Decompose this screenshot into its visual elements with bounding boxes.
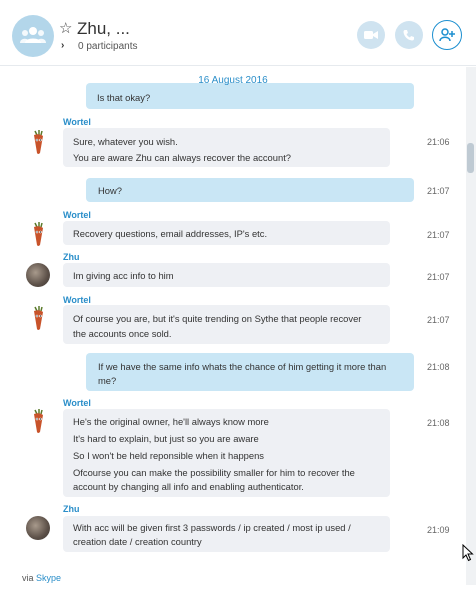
scrollbar-thumb[interactable] (467, 143, 474, 173)
message-time: 21:07 (427, 230, 450, 240)
favorite-star-icon[interactable]: ☆ (59, 21, 72, 36)
avatar[interactable] (26, 263, 50, 287)
message-time: 21:08 (427, 418, 450, 428)
add-participant-button[interactable] (432, 20, 462, 50)
message-text: Of course you are, but it's quite trendi… (73, 313, 362, 324)
message-bubble[interactable]: He's the original owner, he'll always kn… (63, 409, 390, 497)
sender-name[interactable]: Wortel (63, 295, 91, 305)
message-bubble-outgoing[interactable]: How? (86, 178, 414, 202)
carrot-avatar-icon (34, 222, 43, 246)
avatar[interactable] (26, 305, 50, 330)
carrot-avatar-icon (34, 130, 43, 154)
sender-name[interactable]: Wortel (63, 210, 91, 220)
group-icon (20, 27, 46, 43)
message-text: You are aware Zhu can always recover the… (73, 152, 292, 163)
avatar[interactable] (26, 221, 50, 246)
message-time: 21:06 (427, 137, 450, 147)
message-time: 21:07 (427, 272, 450, 282)
sender-name[interactable]: Zhu (63, 504, 80, 514)
message-text: With acc will be given first 3 passwords… (73, 522, 351, 533)
message-text: account by changing all info and enablin… (73, 481, 304, 492)
message-text: If we have the same info whats the chanc… (98, 361, 387, 372)
avatar[interactable] (26, 408, 50, 433)
message-list[interactable]: Is that okay? 16 August 2016 Wortel Sure… (0, 67, 466, 585)
chat-header: ☆ Zhu, ... › 0 participants (0, 0, 476, 66)
sender-name[interactable]: Zhu (63, 252, 80, 262)
video-call-icon (364, 31, 378, 39)
participants-count[interactable]: 0 participants (78, 41, 137, 52)
message-text: It's hard to explain, but just so you ar… (73, 433, 259, 444)
phone-call-icon (403, 30, 414, 41)
message-bubble[interactable]: Sure, whatever you wish. You are aware Z… (63, 128, 390, 167)
carrot-avatar-icon (34, 409, 43, 433)
message-text: creation date / creation country (73, 536, 202, 547)
message-text: He's the original owner, he'll always kn… (73, 416, 269, 427)
date-separator: 16 August 2016 (198, 75, 268, 86)
audio-call-button[interactable] (395, 21, 423, 49)
message-text: me? (98, 375, 117, 386)
sender-name[interactable]: Wortel (63, 117, 91, 127)
sender-name[interactable]: Wortel (63, 398, 91, 408)
message-text: So I won't be held reponsible when it ha… (73, 450, 264, 461)
message-text: How? (98, 185, 122, 196)
conversation-title[interactable]: Zhu, ... (77, 19, 130, 39)
via-prefix: via (22, 573, 34, 583)
via-label: via Skype (22, 573, 61, 583)
message-text: the accounts once sold. (73, 328, 172, 339)
message-text: Is that okay? (97, 92, 151, 103)
add-person-icon (439, 28, 455, 42)
message-time: 21:08 (427, 362, 450, 372)
message-text: Sure, whatever you wish. (73, 136, 178, 147)
carrot-avatar-icon (34, 306, 43, 330)
avatar[interactable] (26, 129, 50, 154)
message-bubble-outgoing[interactable]: If we have the same info whats the chanc… (86, 353, 414, 391)
message-bubble[interactable]: Of course you are, but it's quite trendi… (63, 305, 390, 344)
message-text: Ofcourse you can make the possibility sm… (73, 467, 355, 478)
scrollbar[interactable] (466, 67, 476, 585)
message-time: 21:07 (427, 186, 450, 196)
footer: via Skype (0, 573, 466, 600)
avatar[interactable] (26, 516, 50, 540)
message-time: 21:07 (427, 315, 450, 325)
chevron-right-icon[interactable]: › (61, 40, 64, 51)
message-text: Im giving acc info to him (73, 270, 174, 281)
message-bubble[interactable]: With acc will be given first 3 passwords… (63, 516, 390, 552)
message-text: Recovery questions, email addresses, IP'… (73, 228, 268, 239)
message-bubble[interactable]: Im giving acc info to him (63, 263, 390, 287)
via-skype-link[interactable]: Skype (36, 573, 61, 583)
message-bubble[interactable]: Recovery questions, email addresses, IP'… (63, 221, 390, 245)
mouse-cursor-icon (462, 544, 474, 562)
group-avatar[interactable] (12, 15, 54, 57)
video-call-button[interactable] (357, 21, 385, 49)
message-time: 21:09 (427, 525, 450, 535)
message-bubble-outgoing[interactable]: Is that okay? (86, 83, 414, 109)
